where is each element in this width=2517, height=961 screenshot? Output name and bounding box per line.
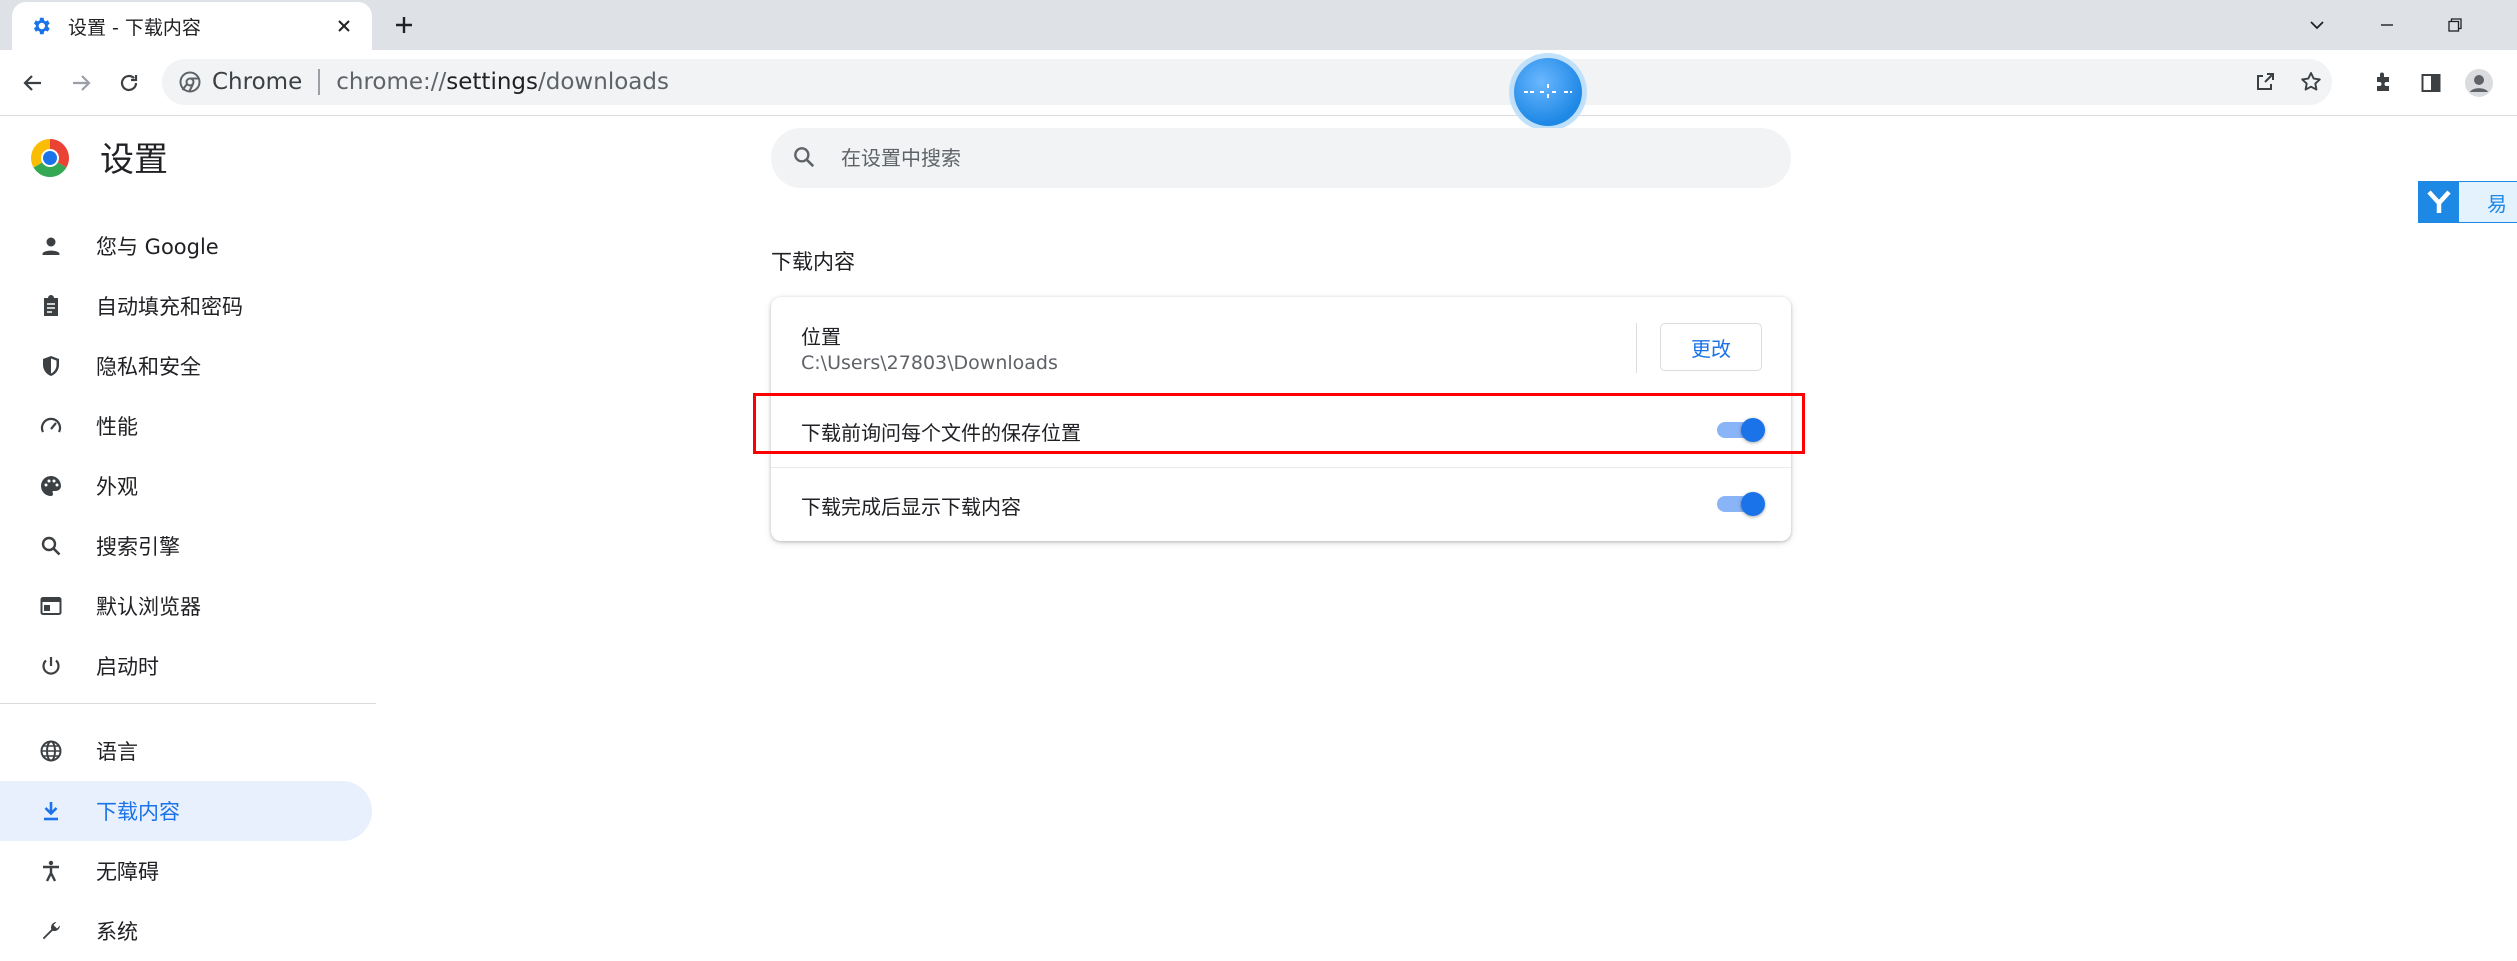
sidebar-item-label: 无障碍 bbox=[96, 860, 159, 884]
reload-icon[interactable] bbox=[112, 66, 146, 100]
browser-window-icon bbox=[36, 591, 66, 621]
clipboard-icon bbox=[36, 291, 66, 321]
share-icon[interactable] bbox=[2252, 69, 2278, 95]
forward-arrow-icon[interactable] bbox=[64, 66, 98, 100]
settings-search-box[interactable] bbox=[771, 128, 1791, 188]
url-scheme: chrome:// bbox=[336, 69, 447, 95]
sidebar-item-label: 默认浏览器 bbox=[96, 595, 201, 619]
search-icon bbox=[36, 531, 66, 561]
tab-strip: 设置 - 下载内容 bbox=[0, 0, 2517, 50]
bookmark-star-icon[interactable] bbox=[2298, 69, 2324, 95]
toggle-knob bbox=[1741, 492, 1765, 516]
palette-icon bbox=[36, 471, 66, 501]
highlight-annotation-box bbox=[753, 393, 1805, 454]
settings-search-input[interactable] bbox=[839, 145, 1743, 171]
floating-capture-ball-icon[interactable] bbox=[1514, 58, 1582, 126]
minimize-icon[interactable] bbox=[2372, 10, 2402, 40]
new-tab-plus-icon[interactable] bbox=[392, 13, 416, 37]
sidebar-divider bbox=[0, 703, 376, 704]
download-icon bbox=[36, 796, 66, 826]
close-tab-icon[interactable] bbox=[332, 14, 356, 38]
address-separator bbox=[318, 69, 321, 95]
tab-search-chevron-icon[interactable] bbox=[2302, 10, 2332, 40]
sidebar-item-performance[interactable]: 性能 bbox=[0, 396, 372, 456]
browser-tab-settings[interactable]: 设置 - 下载内容 bbox=[12, 2, 372, 50]
location-label: 位置 bbox=[801, 325, 841, 349]
site-name: Chrome bbox=[212, 69, 303, 95]
address-bar[interactable]: Chrome chrome://settings/downloads bbox=[162, 59, 2332, 105]
sidebar-item-accessibility[interactable]: 无障碍 bbox=[0, 841, 372, 901]
accessibility-icon bbox=[36, 856, 66, 886]
url-path: /downloads bbox=[538, 69, 669, 95]
sidebar-item-label: 隐私和安全 bbox=[96, 355, 201, 379]
chrome-logo-icon bbox=[30, 138, 70, 178]
extensions-puzzle-icon[interactable] bbox=[2366, 66, 2400, 100]
sidebar-item-label: 系统 bbox=[96, 920, 138, 944]
sidebar-item-autofill[interactable]: 自动填充和密码 bbox=[0, 276, 372, 336]
sidebar-item-system[interactable]: 系统 bbox=[0, 901, 372, 961]
sidebar-item-privacy[interactable]: 隐私和安全 bbox=[0, 336, 372, 396]
sidebar-item-appearance[interactable]: 外观 bbox=[0, 456, 372, 516]
back-arrow-icon[interactable] bbox=[16, 66, 50, 100]
show-downloads-when-done-row[interactable]: 下载完成后显示下载内容 bbox=[771, 467, 1791, 540]
location-row-separator bbox=[1636, 323, 1637, 373]
power-icon bbox=[36, 651, 66, 681]
url-text: chrome://settings/downloads bbox=[336, 69, 669, 95]
downloads-section-title: 下载内容 bbox=[771, 250, 855, 274]
show-downloads-when-done-label: 下载完成后显示下载内容 bbox=[801, 495, 1021, 519]
sidebar-item-label: 下载内容 bbox=[96, 800, 180, 824]
sidebar-item-languages[interactable]: 语言 bbox=[0, 721, 372, 781]
chrome-site-icon bbox=[178, 70, 202, 94]
sidebar-item-label: 搜索引擎 bbox=[96, 535, 180, 559]
sidebar-item-downloads[interactable]: 下载内容 bbox=[0, 781, 372, 841]
restore-icon[interactable] bbox=[2440, 10, 2470, 40]
side-panel-icon[interactable] bbox=[2414, 66, 2448, 100]
change-location-button[interactable]: 更改 bbox=[1660, 323, 1762, 371]
sidebar-item-label: 性能 bbox=[96, 415, 138, 439]
sidebar-item-label: 启动时 bbox=[96, 655, 159, 679]
youdao-logo-icon bbox=[2419, 182, 2459, 222]
globe-icon bbox=[36, 736, 66, 766]
search-icon bbox=[791, 144, 819, 172]
url-host: settings bbox=[446, 69, 539, 95]
browser-toolbar: Chrome chrome://settings/downloads bbox=[0, 50, 2517, 116]
sidebar-item-label: 自动填充和密码 bbox=[96, 295, 243, 319]
settings-gear-icon bbox=[30, 15, 52, 37]
sidebar-item-search-engine[interactable]: 搜索引擎 bbox=[0, 516, 372, 576]
person-icon bbox=[36, 231, 66, 261]
shield-icon bbox=[36, 351, 66, 381]
wrench-icon bbox=[36, 916, 66, 946]
show-downloads-when-done-toggle[interactable] bbox=[1715, 492, 1765, 516]
sidebar-item-on-startup[interactable]: 启动时 bbox=[0, 636, 372, 696]
download-location-row: 位置 C:\Users\27803\Downloads 更改 bbox=[771, 297, 1791, 393]
profile-avatar-icon[interactable] bbox=[2462, 66, 2496, 100]
youdao-translate-widget[interactable]: 易 bbox=[2418, 181, 2517, 223]
youdao-widget-label: 易 bbox=[2487, 191, 2507, 216]
sidebar-item-label: 您与 Google bbox=[96, 235, 219, 259]
sidebar-item-label: 外观 bbox=[96, 475, 138, 499]
sidebar-item-you-and-google[interactable]: 您与 Google bbox=[0, 216, 372, 276]
sidebar-item-label: 语言 bbox=[96, 740, 138, 764]
settings-page-title: 设置 bbox=[100, 140, 168, 180]
location-path: C:\Users\27803\Downloads bbox=[801, 352, 1058, 374]
tab-title: 设置 - 下载内容 bbox=[68, 16, 201, 39]
sidebar-item-default-browser[interactable]: 默认浏览器 bbox=[0, 576, 372, 636]
speedometer-icon bbox=[36, 411, 66, 441]
